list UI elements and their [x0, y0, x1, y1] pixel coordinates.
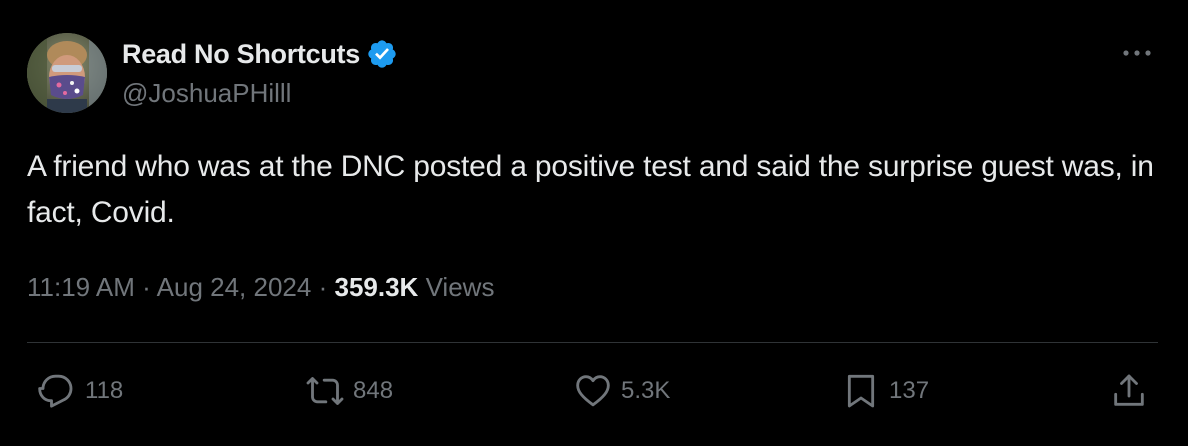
author-name-row: Read No Shortcuts	[122, 36, 398, 72]
meta-separator: ·	[318, 272, 328, 302]
reply-icon	[38, 374, 73, 408]
reply-count: 118	[85, 377, 124, 404]
tweet-date[interactable]: Aug 24, 2024	[157, 272, 312, 302]
verified-badge-icon	[368, 40, 396, 68]
divider	[27, 342, 1158, 343]
repost-icon	[306, 377, 344, 405]
avatar[interactable]	[27, 33, 107, 113]
views-count: 359.3K	[334, 272, 419, 302]
views-label: Views	[425, 272, 495, 302]
tweet-text: A friend who was at the DNC posted a pos…	[27, 150, 1154, 229]
tweet-card: Read No Shortcuts @JoshuaPHilll A friend…	[0, 0, 1188, 446]
like-count: 5.3K	[621, 377, 671, 404]
bookmark-icon	[847, 374, 875, 408]
reply-button[interactable]: 118	[37, 370, 123, 412]
tweet-time[interactable]: 11:19 AM	[27, 272, 135, 302]
repost-button[interactable]: 848	[305, 370, 393, 412]
bookmark-count: 137	[889, 377, 930, 404]
meta-separator: ·	[142, 272, 151, 302]
display-name[interactable]: Read No Shortcuts	[122, 39, 360, 70]
heart-icon	[576, 375, 610, 407]
share-icon	[1114, 374, 1144, 406]
more-options-button[interactable]	[1120, 38, 1154, 68]
bookmark-button[interactable]: 137	[841, 370, 929, 412]
like-button[interactable]: 5.3K	[573, 370, 670, 412]
tweet-meta: 11:19 AM · Aug 24, 2024 · 359.3K Views	[27, 272, 494, 303]
author-handle[interactable]: @JoshuaPHilll	[122, 78, 291, 109]
repost-count: 848	[353, 377, 394, 404]
share-button[interactable]	[1109, 370, 1149, 412]
more-horizontal-icon	[1123, 50, 1151, 56]
avatar-image	[27, 33, 107, 113]
